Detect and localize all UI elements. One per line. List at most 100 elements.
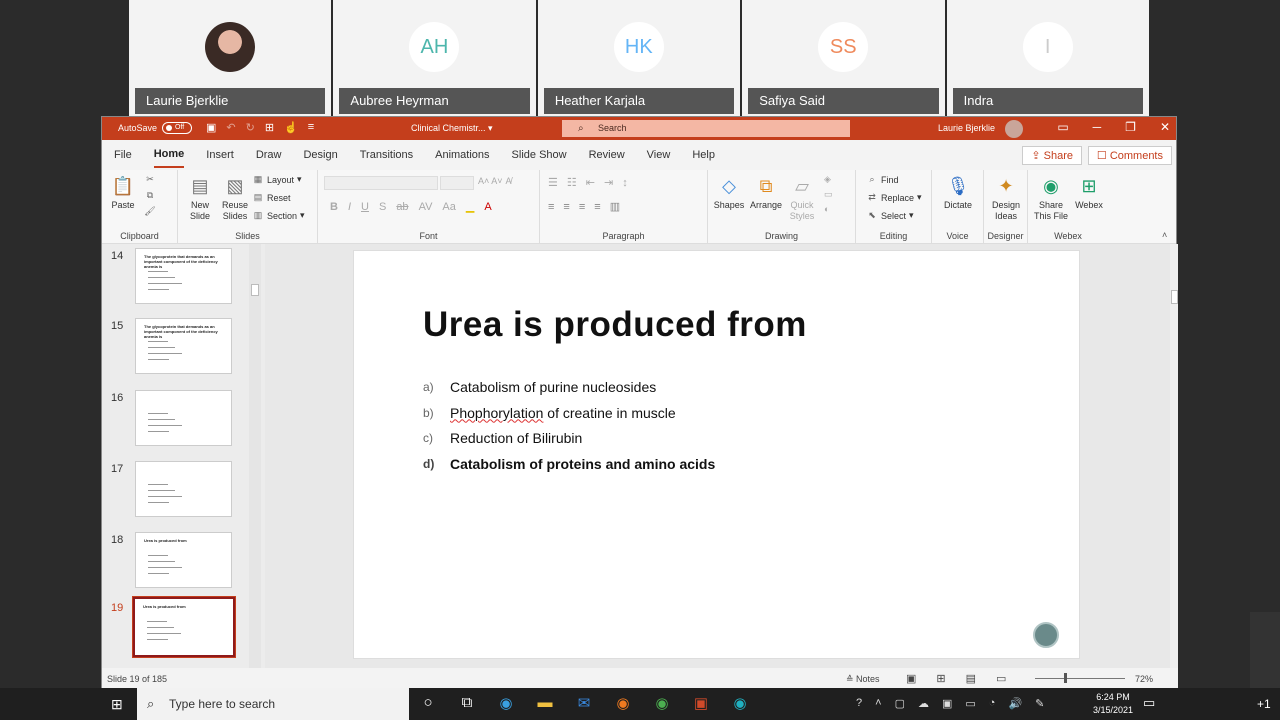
bold-icon[interactable]: B (330, 201, 338, 213)
tab-view[interactable]: View (647, 143, 671, 167)
reset-button[interactable]: ▤ Reset (252, 192, 291, 203)
shape-fill-icon[interactable]: ◈ (824, 174, 831, 185)
tab-home[interactable]: Home (153, 142, 185, 168)
tab-slide-show[interactable]: Slide Show (512, 143, 567, 167)
scroll-thumb[interactable] (251, 284, 259, 296)
answer-option[interactable]: a) Catabolism of purine nucleosides (423, 379, 715, 405)
webex-button[interactable]: ⊞ Webex (1072, 174, 1106, 211)
comments-button[interactable]: ☐ Comments (1087, 146, 1172, 165)
select-button[interactable]: ⬉ Select ▾ (866, 210, 913, 221)
volume-icon[interactable]: 🔊 (1008, 697, 1022, 710)
font-size-controls[interactable]: A˄ A˅ A̸ (478, 176, 512, 186)
cut-button[interactable]: ✂ (144, 174, 156, 185)
bullets-icon[interactable]: ☰ (548, 176, 558, 189)
design-ideas-button[interactable]: ✦ Design Ideas (986, 174, 1026, 222)
slide-thumbnail[interactable] (135, 390, 232, 446)
format-painter-button[interactable]: 🖌 (144, 206, 156, 217)
layout-button[interactable]: ▦ Layout ▾ (252, 174, 302, 185)
replace-button[interactable]: ⇄ Replace ▾ (866, 192, 921, 203)
taskbar-clock[interactable]: 6:24 PM 3/15/2021 (1093, 691, 1133, 717)
reading-view-icon[interactable]: ▤ (966, 672, 976, 685)
security-icon[interactable]: ▣ (942, 697, 952, 710)
editor-scrollbar[interactable] (1170, 244, 1178, 668)
windows-start-icon[interactable]: ⊞ (111, 696, 123, 713)
firefox-icon[interactable]: ◉ (613, 694, 633, 712)
align-center-icon[interactable]: ≡ (563, 201, 569, 213)
document-title[interactable]: Clinical Chemistr... ▾ (411, 123, 493, 134)
shape-effects-icon[interactable]: ◐ (824, 204, 829, 214)
highlight-icon[interactable]: ▁ (466, 200, 474, 213)
slide-thumbnail[interactable] (135, 461, 232, 517)
italic-icon[interactable]: I (348, 201, 351, 213)
slide-sorter-icon[interactable]: ⊞ (936, 672, 945, 685)
shape-outline-icon[interactable]: ▭ (824, 189, 833, 200)
align-right-icon[interactable]: ≡ (579, 201, 585, 213)
taskbar-search[interactable]: ⌕ Type here to search (137, 688, 409, 720)
quick-styles-button[interactable]: ▱ Quick Styles (786, 174, 818, 222)
normal-view-icon[interactable]: ▣ (906, 672, 916, 685)
touch-mode-icon[interactable]: ☝ (284, 121, 298, 134)
participant-tile[interactable]: I Indra (946, 0, 1150, 116)
tab-animations[interactable]: Animations (435, 143, 489, 167)
participant-tile[interactable]: SS Safiya Said (742, 0, 945, 116)
slide-thumbnail[interactable]: Urea is produced from (132, 596, 236, 658)
user-name[interactable]: Laurie Bjerklie (938, 123, 995, 133)
tab-help[interactable]: Help (692, 143, 715, 167)
participant-tile[interactable]: AH Aubree Heyrman (333, 0, 536, 116)
slide-thumbnail[interactable]: The glycoprotein that demands as an impo… (135, 248, 232, 304)
paste-button[interactable]: 📋 Paste (108, 174, 138, 211)
zoom-slider[interactable] (1035, 678, 1125, 679)
strikethrough-icon[interactable]: ab (396, 201, 408, 213)
participant-tile[interactable]: HK Heather Karjala (537, 0, 741, 116)
tab-transitions[interactable]: Transitions (360, 143, 413, 167)
answer-option[interactable]: b) Phophorylation of creatine in muscle (423, 405, 715, 431)
justify-icon[interactable]: ≡ (594, 201, 600, 213)
chrome-icon[interactable]: ◉ (652, 694, 672, 712)
decrease-indent-icon[interactable]: ⇤ (586, 176, 595, 189)
help-icon[interactable]: ? (856, 697, 862, 710)
case-icon[interactable]: Aa (442, 201, 455, 213)
notification-icon[interactable]: ▭ (1143, 695, 1155, 711)
autosave-toggle[interactable]: Off (162, 122, 193, 134)
answer-option[interactable]: c) Reduction of Bilirubin (423, 430, 715, 456)
save-icon[interactable]: ▣ (206, 121, 216, 134)
arrange-button[interactable]: ⧉ Arrange (748, 174, 784, 211)
minimize-icon[interactable]: ─ (1093, 120, 1102, 134)
editor-scroll-thumb[interactable] (1171, 290, 1178, 304)
align-left-icon[interactable]: ≡ (548, 201, 554, 213)
redo-icon[interactable]: ↻ (246, 121, 255, 134)
customize-qat-icon[interactable]: ≡ (308, 121, 314, 134)
share-button[interactable]: ⇪ Share (1022, 146, 1082, 165)
battery-icon[interactable]: ▭ (965, 697, 975, 710)
edge-icon[interactable]: ◉ (496, 694, 516, 712)
undo-icon[interactable]: ↶ (226, 121, 235, 134)
tab-file[interactable]: File (114, 143, 132, 167)
slideshow-icon[interactable]: ▭ (996, 672, 1006, 685)
webex-app-icon[interactable]: ◉ (730, 694, 750, 712)
notes-button[interactable]: ≙ Notes (846, 674, 880, 685)
wifi-icon[interactable]: ◔ (989, 697, 996, 710)
spacing-icon[interactable]: AV (419, 201, 433, 213)
collapse-ribbon-icon[interactable]: ˄ (1162, 230, 1167, 240)
copy-button[interactable]: ⧉ (144, 190, 156, 201)
font-color-icon[interactable]: A (484, 201, 491, 213)
shapes-button[interactable]: ◇ Shapes (712, 174, 746, 211)
restore-icon[interactable]: ❐ (1125, 120, 1136, 134)
autosave-control[interactable]: AutoSave Off (118, 122, 193, 134)
task-view-icon[interactable]: ⧉ (457, 694, 477, 712)
answer-options[interactable]: a) Catabolism of purine nucleosides b) Phop… (423, 379, 715, 481)
dictate-button[interactable]: 🎙 Dictate (940, 174, 976, 211)
thumbnail-scrollbar[interactable] (249, 244, 261, 668)
columns-icon[interactable]: ▥ (610, 200, 620, 213)
mail-icon[interactable]: ✉ (574, 694, 594, 712)
pen-icon[interactable]: ✎ (1035, 697, 1044, 710)
underline-icon[interactable]: U (361, 201, 369, 213)
section-button[interactable]: ▥ Section ▾ (252, 210, 305, 221)
powerpoint-icon[interactable]: ▣ (691, 694, 711, 712)
zoom-level[interactable]: 72% (1135, 674, 1153, 684)
tab-insert[interactable]: Insert (206, 143, 234, 167)
increase-indent-icon[interactable]: ⇥ (604, 176, 613, 189)
tab-design[interactable]: Design (303, 143, 337, 167)
show-hidden-icon[interactable]: ˄ (875, 697, 881, 710)
slide-thumbnail[interactable]: Urea is produced from (135, 532, 232, 588)
